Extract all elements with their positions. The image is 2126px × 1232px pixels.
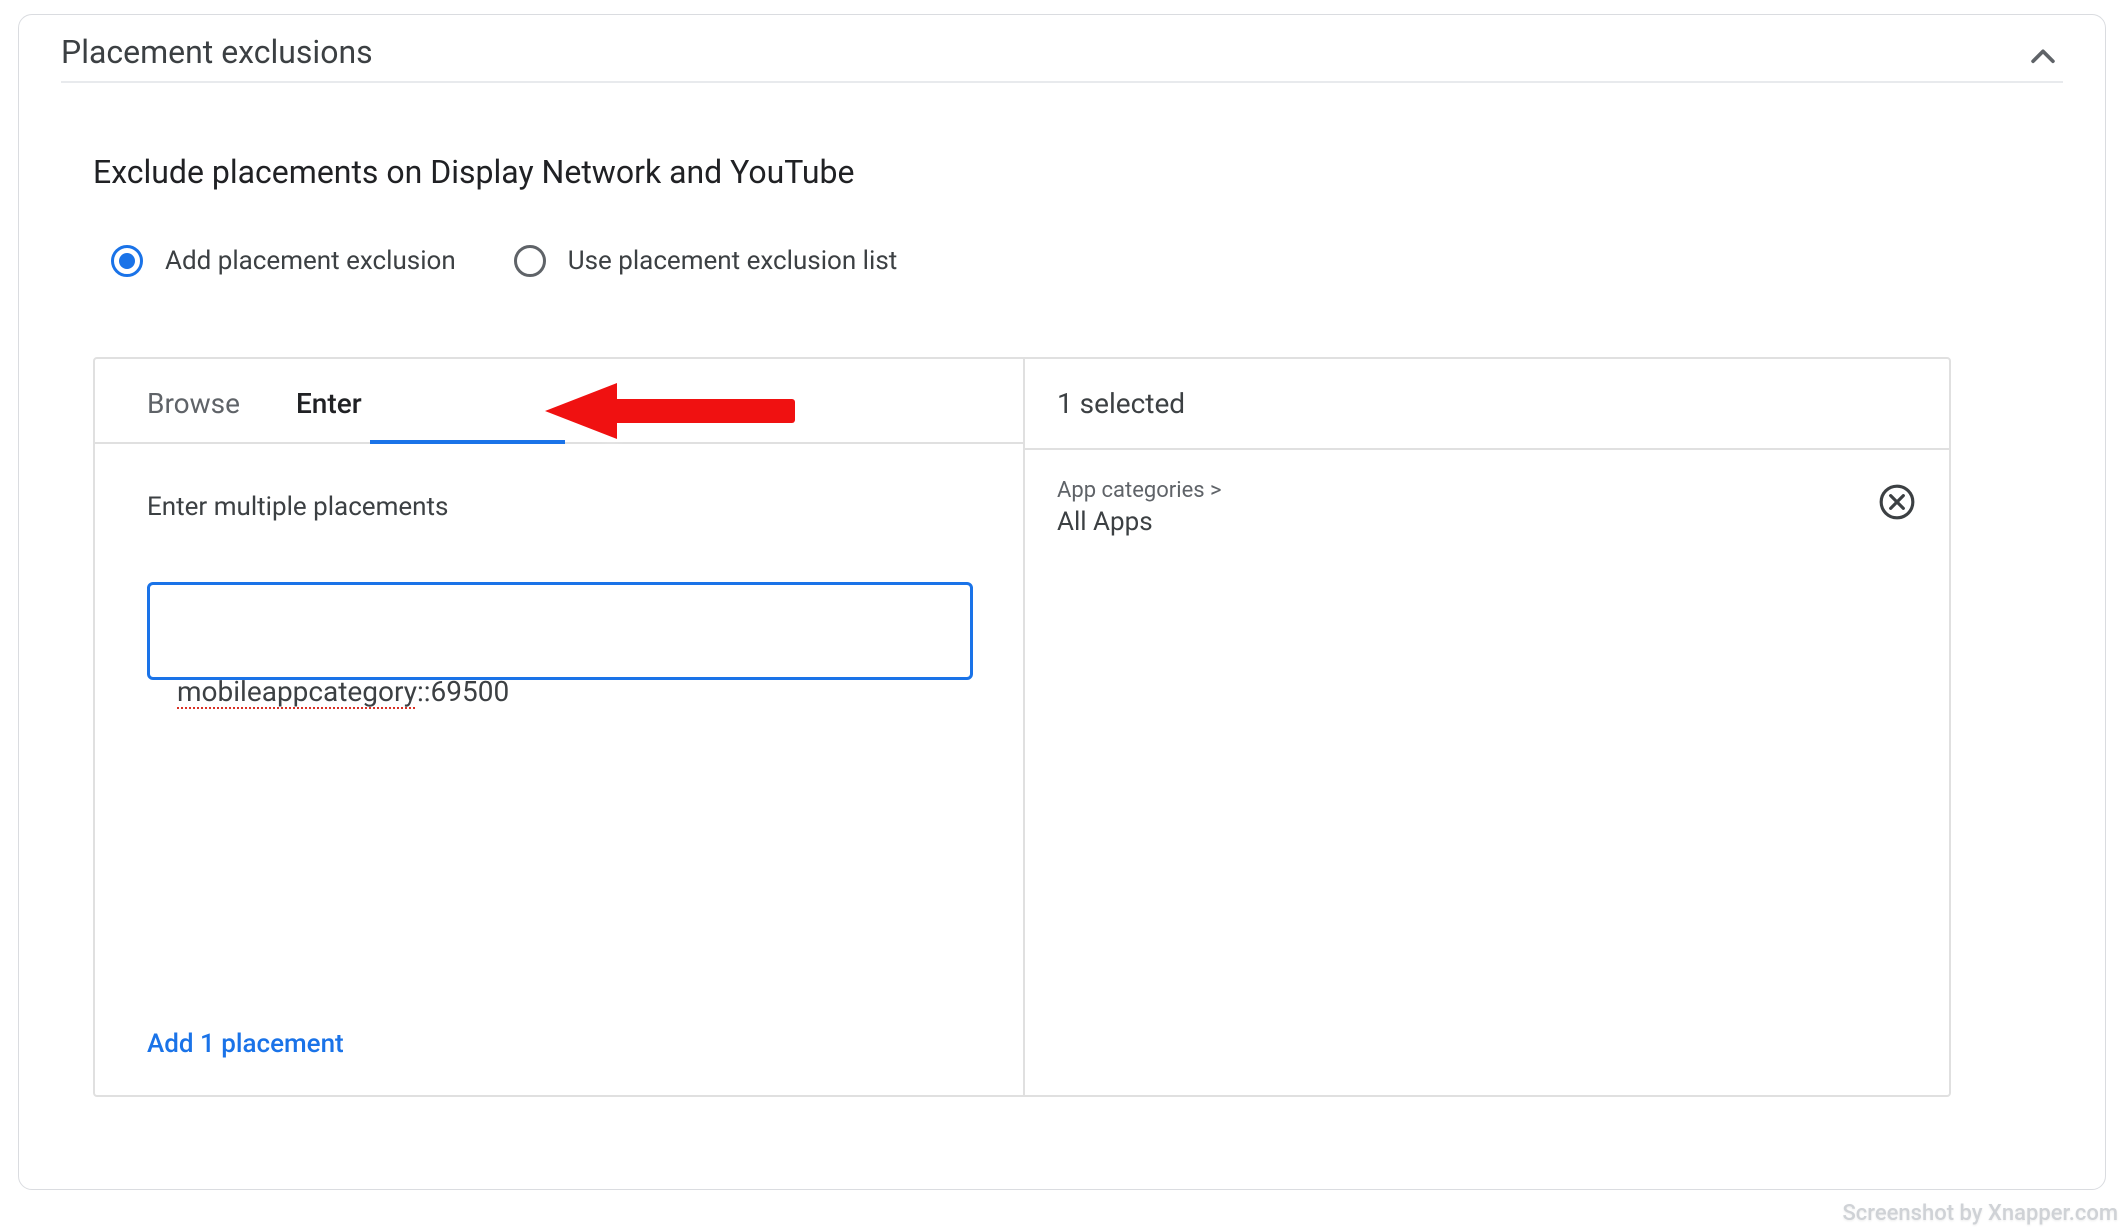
selected-item-text: App categories > All Apps [1057, 478, 1222, 537]
radio-label: Use placement exclusion list [568, 246, 898, 276]
section-title: Placement exclusions [61, 33, 373, 81]
selected-item-breadcrumb: App categories > [1057, 478, 1222, 503]
close-circle-icon [1878, 483, 1916, 521]
tab-browse[interactable]: Browse [147, 387, 240, 442]
radio-group: Add placement exclusion Use placement ex… [111, 245, 2105, 277]
radio-icon [514, 245, 546, 277]
radio-icon [111, 245, 143, 277]
chevron-up-icon [2026, 40, 2060, 74]
arrow-annotation-icon [545, 379, 805, 443]
tabs: Browse Enter [95, 359, 1023, 444]
panel-right: 1 selected App categories > All Apps [1025, 359, 1949, 1095]
add-placement-button[interactable]: Add 1 placement [95, 1029, 1023, 1095]
enter-area: Enter multiple placements mobileappcateg… [95, 444, 1023, 1029]
divider [61, 81, 2063, 83]
placements-input[interactable] [147, 582, 973, 680]
selected-item-name: All Apps [1057, 507, 1222, 537]
enter-instructions: Enter multiple placements [147, 492, 971, 522]
watermark: Screenshot by Xnapper.com [1842, 1201, 2118, 1226]
placement-exclusions-card: Placement exclusions Exclude placements … [18, 14, 2106, 1190]
panel-left: Browse Enter Enter multiple placements m… [95, 359, 1025, 1095]
selected-item: App categories > All Apps [1057, 478, 1917, 537]
radio-label: Add placement exclusion [165, 246, 456, 276]
selected-list: App categories > All Apps [1025, 450, 1949, 1095]
placements-panel: Browse Enter Enter multiple placements m… [93, 357, 1951, 1097]
tab-enter[interactable]: Enter [296, 387, 362, 442]
radio-add-exclusion[interactable]: Add placement exclusion [111, 245, 456, 277]
card-header: Placement exclusions [19, 15, 2105, 81]
remove-selected-button[interactable] [1877, 482, 1917, 522]
selected-count: 1 selected [1025, 359, 1949, 450]
section-subtitle: Exclude placements on Display Network an… [93, 153, 2105, 191]
radio-use-list[interactable]: Use placement exclusion list [514, 245, 898, 277]
collapse-button[interactable] [2023, 37, 2063, 77]
tab-underline [370, 440, 565, 444]
